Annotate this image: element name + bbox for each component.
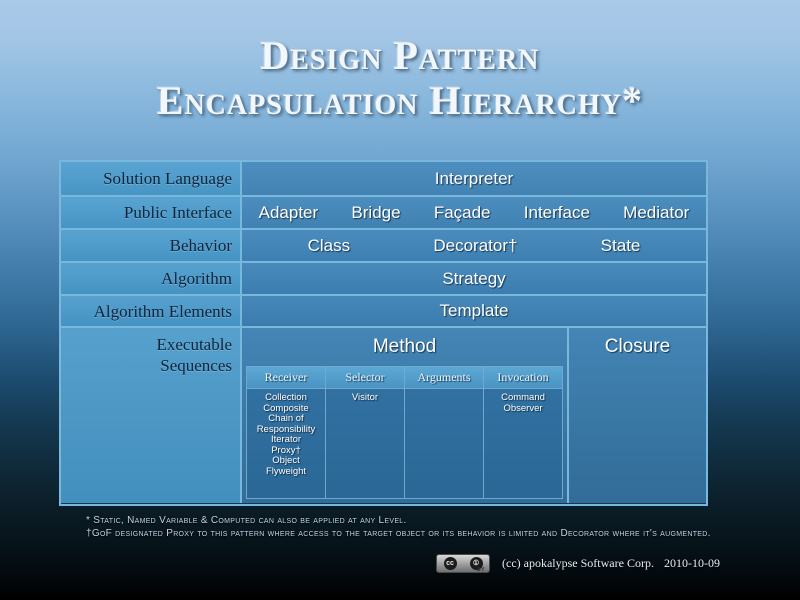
pattern-item: Mediator <box>623 202 690 222</box>
pattern-item: Template <box>439 301 509 320</box>
closure-title: Closure <box>604 336 671 357</box>
pattern-item: Iterator <box>270 434 302 445</box>
row-label-algorithm: Algorithm <box>61 263 242 296</box>
row-content-behavior: Class Decorator† State <box>242 230 706 263</box>
title-line-2: Encapsulation Hierarchy* <box>156 78 644 123</box>
subheader-invocation: Invocation <box>484 367 562 389</box>
row-content-algorithm: Strategy <box>242 263 706 296</box>
row-label-line-1: Executable <box>156 335 232 354</box>
slide-canvas: Design Pattern Encapsulation Hierarchy* … <box>0 0 800 600</box>
subcell-arguments <box>405 389 483 498</box>
pattern-item: Decorator† <box>433 235 518 255</box>
pattern-item: Collection <box>265 392 307 403</box>
pattern-item: Interpreter <box>434 168 514 188</box>
row-content-executable-sequences: Method Receiver Collection Composite Cha… <box>242 328 706 503</box>
footer: cc ① BY (cc) apokalypse Software Corp. 20… <box>436 554 720 573</box>
row-label-line-2: Sequences <box>160 356 232 375</box>
footnote-1: * Static, Named Variable & Computed can … <box>86 515 407 526</box>
subcell-invocation: Command Observer <box>484 389 562 498</box>
pattern-item: Object <box>272 455 300 466</box>
row-label-solution-language: Solution Language <box>61 162 242 197</box>
row-content-public-interface: Adapter Bridge Façade Interface Mediator <box>242 197 706 230</box>
hierarchy-table: Solution Language Interpreter Public Int… <box>59 160 708 506</box>
cc-icon: cc <box>443 557 457 570</box>
row-label-behavior: Behavior <box>61 230 242 263</box>
subcell-selector: Visitor <box>326 389 404 498</box>
pattern-item: Façade <box>433 202 491 222</box>
row-content-solution-language: Interpreter <box>242 162 706 197</box>
pattern-item: State <box>600 235 641 255</box>
pattern-item: Command <box>501 392 545 403</box>
pattern-item: Adapter <box>258 202 319 222</box>
table-row: Public Interface Adapter Bridge Façade I… <box>61 197 706 230</box>
subcolumn-selector: Selector Visitor <box>326 367 405 498</box>
method-title: Method <box>372 336 437 357</box>
subheader-selector: Selector <box>326 367 404 389</box>
footnote-2: †GoF designated Proxy to this pattern wh… <box>86 528 711 539</box>
pattern-item: Class <box>307 235 351 255</box>
pattern-item: Interface <box>523 202 590 222</box>
slide-title: Design Pattern Encapsulation Hierarchy* <box>0 33 800 123</box>
pattern-item: Visitor <box>351 392 379 403</box>
subcolumn-arguments: Arguments <box>405 367 484 498</box>
copyright-date: 2010-10-09 <box>663 556 720 570</box>
method-subtable: Receiver Collection Composite Chain of R… <box>246 366 563 499</box>
subheader-arguments: Arguments <box>405 367 483 389</box>
copyright-line: (cc) apokalypse Software Corp. 2010-10-09 <box>502 556 720 571</box>
table-row: Executable Sequences Method Receiver Col… <box>61 328 706 503</box>
pattern-item: Bridge <box>351 202 401 222</box>
subheader-receiver: Receiver <box>247 367 325 389</box>
creative-commons-badge-icon: cc ① BY <box>436 554 490 573</box>
table-row: Algorithm Strategy <box>61 263 706 296</box>
pattern-item: Flyweight <box>265 465 307 477</box>
pattern-item: Chain of Responsibility <box>256 413 316 435</box>
row-label-algorithm-elements: Algorithm Elements <box>61 296 242 328</box>
table-row: Behavior Class Decorator† State <box>61 230 706 263</box>
closure-column: Closure <box>569 328 706 503</box>
copyright-text: (cc) apokalypse Software Corp. <box>502 556 654 570</box>
subcolumn-receiver: Receiver Collection Composite Chain of R… <box>247 367 326 498</box>
row-content-algorithm-elements: Template <box>242 296 706 328</box>
title-line-1: Design Pattern <box>260 33 540 78</box>
pattern-item: Observer <box>503 402 543 414</box>
footnotes: * Static, Named Variable & Computed can … <box>86 514 726 540</box>
row-label-public-interface: Public Interface <box>61 197 242 230</box>
row-label-executable-sequences: Executable Sequences <box>61 328 242 503</box>
pattern-item: Strategy <box>442 268 506 288</box>
table-row: Solution Language Interpreter <box>61 162 706 197</box>
cc-by-label: BY <box>477 567 485 573</box>
subcell-receiver: Collection Composite Chain of Responsibi… <box>247 389 325 498</box>
table-row: Algorithm Elements Template <box>61 296 706 328</box>
method-column: Method Receiver Collection Composite Cha… <box>242 328 569 503</box>
subcolumn-invocation: Invocation Command Observer <box>484 367 562 498</box>
